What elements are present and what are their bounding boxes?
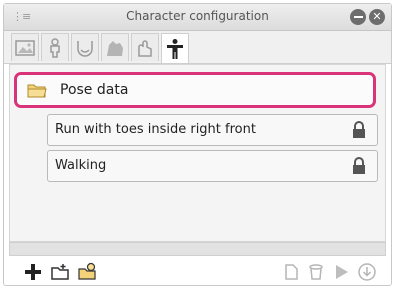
tab-face[interactable] <box>71 33 99 61</box>
lock-icon <box>353 157 365 174</box>
list-item[interactable]: Walking <box>47 150 378 182</box>
list-item-label: Walking <box>55 158 107 173</box>
folder-label: Pose data <box>60 82 129 98</box>
tab-hand[interactable] <box>131 33 159 61</box>
title-bar[interactable]: ⋮≡ Character configuration ✕ <box>4 4 391 31</box>
folder-row-pose-data[interactable]: Pose data <box>14 72 376 108</box>
download-icon <box>358 263 376 281</box>
tab-figure[interactable] <box>41 33 69 61</box>
page-icon <box>285 264 298 280</box>
lock-icon <box>353 121 365 138</box>
new-folder-button[interactable] <box>49 261 71 283</box>
figure-icon <box>50 37 60 58</box>
tab-pose[interactable] <box>161 33 189 63</box>
bottom-toolbar <box>4 257 391 285</box>
new-pose-button[interactable] <box>76 261 98 283</box>
trash-icon <box>309 264 323 280</box>
tab-animal[interactable] <box>101 33 129 61</box>
window-title: Character configuration <box>126 9 269 23</box>
pose-figure-icon <box>167 38 183 59</box>
folder-icon <box>27 84 47 98</box>
list-item-label: Run with toes inside right front <box>55 122 256 137</box>
hand-icon <box>138 39 152 57</box>
new-folder-icon <box>51 264 69 280</box>
page-button[interactable] <box>280 261 302 283</box>
close-icon[interactable]: ✕ <box>369 9 385 25</box>
play-icon <box>336 265 348 279</box>
add-icon <box>25 264 41 280</box>
face-icon <box>77 40 93 57</box>
download-button[interactable] <box>356 261 378 283</box>
add-button[interactable] <box>22 261 44 283</box>
animal-icon <box>107 40 123 56</box>
list-item[interactable]: Run with toes inside right front <box>47 114 378 146</box>
tab-image[interactable] <box>11 33 39 61</box>
minimize-icon[interactable] <box>350 9 366 25</box>
new-pose-icon <box>78 262 96 280</box>
tab-bar <box>4 31 391 64</box>
image-icon <box>15 39 35 56</box>
horizontal-scrollbar[interactable] <box>9 242 386 256</box>
character-configuration-window: ⋮≡ Character configuration ✕ Pose data R… <box>3 3 392 286</box>
play-button[interactable] <box>330 261 352 283</box>
trash-button[interactable] <box>305 261 327 283</box>
